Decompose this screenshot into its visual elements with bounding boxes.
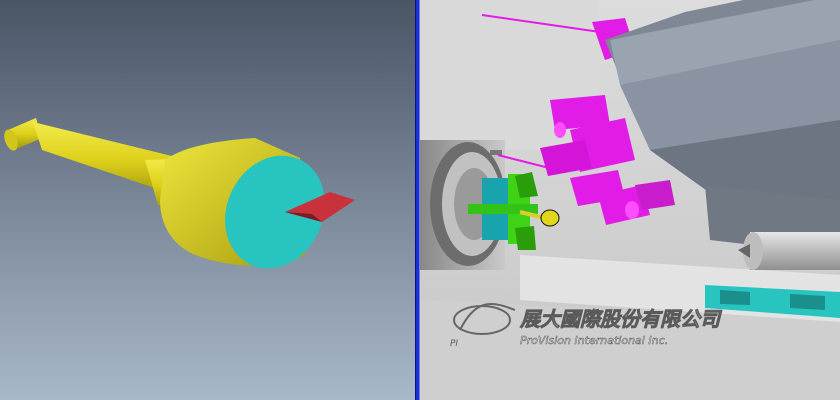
- machine-scene: PI 展大國際股份有限公司 ProVision International In…: [420, 0, 840, 400]
- bracket-slot-1: [720, 290, 750, 305]
- bracket-slot-2: [790, 294, 825, 310]
- tool-tip-1: [554, 122, 566, 138]
- tailstock[interactable]: [738, 232, 840, 270]
- watermark-logo-prefix: PI: [450, 339, 458, 349]
- watermark-company-en: ProVision International Inc.: [520, 334, 668, 347]
- jaw-lower: [515, 226, 536, 250]
- workpiece-in-chuck[interactable]: [540, 209, 560, 227]
- watermark-company-zh: 展大國際股份有限公司: [519, 307, 723, 331]
- detail-scene: [0, 0, 415, 400]
- tailstock-quill: [750, 232, 840, 270]
- detail-viewport[interactable]: [0, 0, 415, 400]
- tool-holder-7: [635, 180, 675, 210]
- housing-bolt: [490, 150, 502, 155]
- tool-tip-2: [625, 201, 639, 219]
- cnc-simulation-window: PI 展大國際股份有限公司 ProVision International In…: [0, 0, 840, 400]
- machine-viewport[interactable]: PI 展大國際股份有限公司 ProVision International In…: [420, 0, 840, 400]
